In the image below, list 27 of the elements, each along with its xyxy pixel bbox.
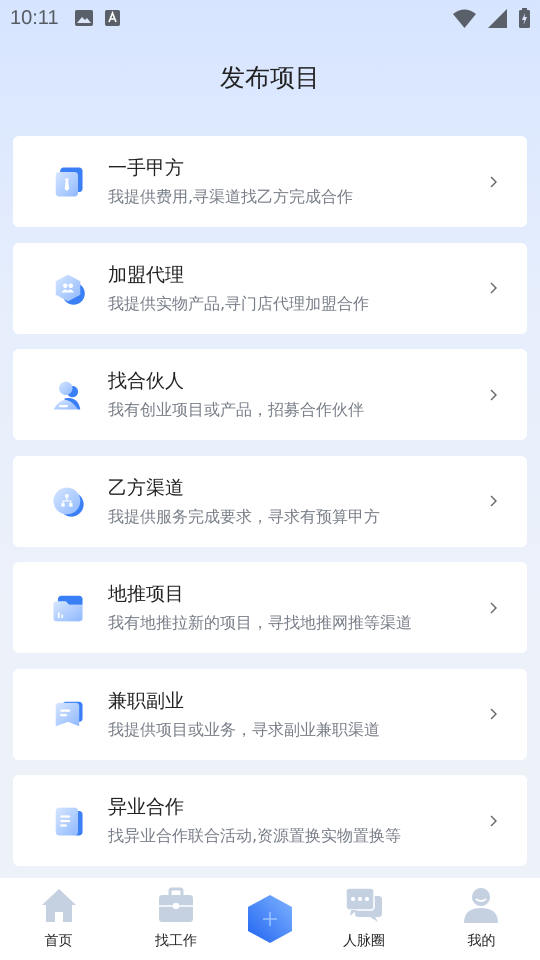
card-title: 乙方渠道	[108, 476, 184, 500]
category-card[interactable]: 一手甲方 我提供费用,寻渠道找乙方完成合作	[13, 136, 527, 227]
card-title: 兼职副业	[108, 688, 184, 714]
card-description: 我有地推拉新的项目，寻找地推网推等渠道	[108, 613, 412, 634]
category-card[interactable]: 加盟代理 我提供实物产品,寻门店代理加盟合作	[13, 242, 527, 334]
card-description: 我提供服务完成要求，寻求有预算甲方	[108, 506, 380, 528]
card-description: 我提供项目或业务，寻求副业兼职渠道	[108, 720, 380, 740]
card-title: 异业合作	[108, 795, 184, 820]
nav-tab[interactable]: 找工作	[130, 878, 221, 950]
card-title: 加盟代理	[108, 262, 184, 288]
category-card[interactable]: 乙方渠道 我提供服务完成要求，寻求有预算甲方	[13, 456, 527, 546]
card-title: 地推项目	[108, 582, 184, 607]
card-description: 找异业合作联合活动,资源置换实物置换等	[108, 826, 402, 847]
card-description: 我提供费用,寻渠道找乙方完成合作	[108, 187, 354, 208]
nav-tab[interactable]: 人脉圈	[319, 878, 410, 950]
category-card[interactable]: 地推项目 我有地推拉新的项目，寻找地推网推等渠道	[13, 562, 527, 653]
category-card[interactable]: 异业合作 找异业合作联合活动,资源置换实物置换等	[13, 775, 527, 866]
nav-tab[interactable]: 首页	[14, 878, 104, 950]
page-title: 发布项目	[220, 62, 320, 94]
nav-tab[interactable]: 我的	[436, 878, 526, 950]
status-time: 10:11	[10, 6, 59, 30]
card-title: 找合伙人	[108, 369, 184, 394]
card-description: 我提供实物产品,寻门店代理加盟合作	[108, 294, 370, 314]
card-title: 一手甲方	[108, 156, 184, 181]
category-card[interactable]: 找合伙人 我有创业项目或产品，招募合作伙伴	[13, 349, 527, 440]
card-description: 我有创业项目或产品，招募合作伙伴	[108, 400, 364, 421]
category-card[interactable]: 兼职副业 我提供项目或业务，寻求副业兼职渠道	[13, 668, 527, 760]
